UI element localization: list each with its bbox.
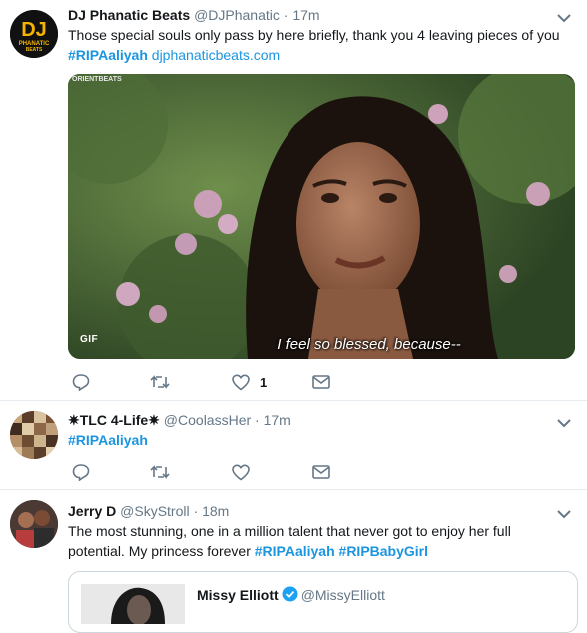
- separator: ·: [189, 503, 203, 519]
- caret-down-icon[interactable]: [557, 415, 571, 428]
- display-name[interactable]: DJ Phanatic Beats: [68, 7, 190, 23]
- retweet-icon: [150, 374, 170, 390]
- tweet-text: Those special souls only pass by here br…: [68, 25, 571, 65]
- user-handle[interactable]: @CoolassHer: [164, 412, 251, 428]
- quoted-tweet-header: Missy Elliott @MissyElliott: [197, 586, 385, 605]
- quoted-user-handle[interactable]: @MissyElliott: [301, 587, 385, 603]
- hashtag-ripbabygirl[interactable]: #RIPBabyGirl: [339, 543, 428, 559]
- hashtag-ripaaliyah[interactable]: #RIPAaliyah: [255, 543, 335, 559]
- user-handle[interactable]: @DJPhanatic: [194, 7, 280, 23]
- quoted-display-name[interactable]: Missy Elliott: [197, 587, 279, 603]
- tweet-dj-phanatic[interactable]: DJ PHANATIC BEATS DJ Phanatic Beats @DJP…: [0, 0, 587, 400]
- tweet-tlc-4-life[interactable]: ✷TLC 4-Life✷ @CoolassHer · 17m #RIPAaliy…: [0, 400, 587, 489]
- user-handle[interactable]: @SkyStroll: [120, 503, 189, 519]
- quoted-tweet-thumbnail: [81, 584, 185, 624]
- like-icon: [232, 463, 250, 481]
- reply-icon: [72, 373, 90, 391]
- tweet-header: ✷TLC 4-Life✷ @CoolassHer · 17m: [68, 411, 291, 429]
- tweet-text: The most stunning, one in a million tale…: [68, 521, 571, 561]
- avatar[interactable]: [10, 500, 58, 548]
- display-name[interactable]: ✷TLC 4-Life✷: [68, 412, 160, 428]
- quoted-tweet[interactable]: Missy Elliott @MissyElliott: [68, 571, 578, 633]
- reply-button[interactable]: [72, 462, 90, 482]
- hashtag-ripaaliyah[interactable]: #RIPAaliyah: [68, 432, 148, 448]
- gif-image: [68, 74, 575, 359]
- retweet-button[interactable]: [150, 372, 170, 392]
- tweet-text: #RIPAaliyah: [68, 430, 571, 450]
- timestamp[interactable]: 17m: [264, 412, 291, 428]
- timestamp[interactable]: 17m: [292, 7, 319, 23]
- verified-badge-icon: [282, 586, 298, 605]
- separator: ·: [251, 412, 264, 428]
- tweet-body: Those special souls only pass by here br…: [68, 27, 560, 43]
- tweet-body-line2: potential. My princess forever: [68, 543, 251, 559]
- gif-watermark: ORIENTBEATS: [72, 76, 122, 83]
- reply-icon: [72, 463, 90, 481]
- tweet-header: DJ Phanatic Beats @DJPhanatic · 17m: [68, 6, 320, 24]
- tweet-body-line1: The most stunning, one in a million tale…: [68, 523, 511, 539]
- retweet-icon: [150, 464, 170, 480]
- message-icon: [312, 375, 330, 389]
- avatar[interactable]: DJ PHANATIC BEATS: [10, 10, 58, 58]
- tweet-link[interactable]: djphanaticbeats.com: [152, 47, 280, 63]
- like-icon: [232, 373, 250, 391]
- hashtag-ripaaliyah[interactable]: #RIPAaliyah: [68, 47, 148, 63]
- display-name[interactable]: Jerry D: [68, 503, 116, 519]
- message-icon: [312, 465, 330, 479]
- gif-media[interactable]: ORIENTBEATS GIF I feel so blessed, becau…: [68, 74, 575, 359]
- message-button[interactable]: [312, 372, 330, 392]
- caret-down-icon[interactable]: [557, 10, 571, 23]
- avatar-beats-text: BEATS: [26, 47, 43, 53]
- tweet-header: Jerry D @SkyStroll · 18m: [68, 502, 229, 520]
- separator: ·: [279, 7, 293, 23]
- avatar-dj-text: DJ: [21, 19, 47, 41]
- reply-button[interactable]: [72, 372, 90, 392]
- caret-down-icon[interactable]: [557, 506, 571, 519]
- retweet-button[interactable]: [150, 462, 170, 482]
- gif-caption: I feel so blessed, because--: [277, 336, 461, 353]
- message-button[interactable]: [312, 462, 330, 482]
- like-button[interactable]: 1: [232, 372, 267, 392]
- tweet-jerry-d[interactable]: Jerry D @SkyStroll · 18m The most stunni…: [0, 489, 587, 633]
- like-count: 1: [260, 374, 268, 390]
- avatar[interactable]: [10, 411, 58, 459]
- like-button[interactable]: [232, 462, 250, 482]
- timestamp[interactable]: 18m: [202, 503, 229, 519]
